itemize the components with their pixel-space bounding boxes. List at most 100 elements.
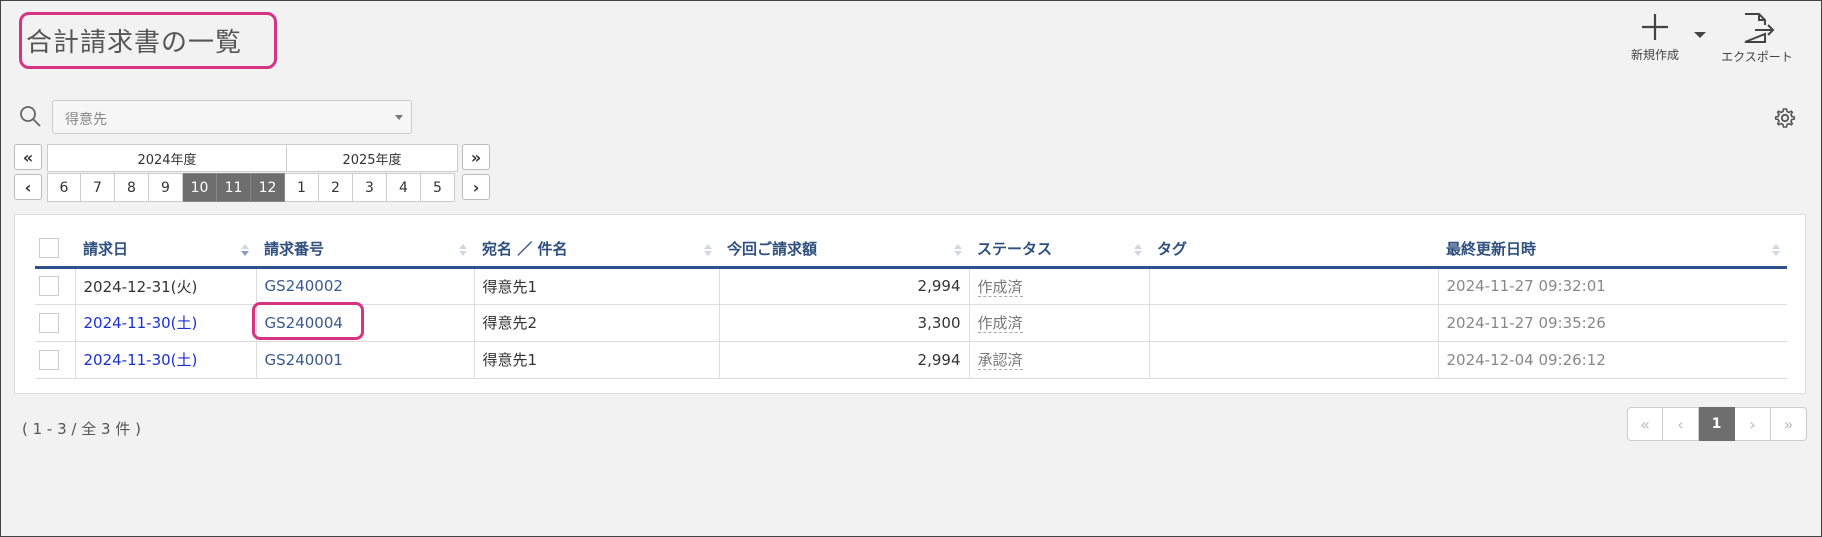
customer-select[interactable]: 得意先 <box>52 100 412 134</box>
status-cell: 作成済 <box>969 304 1150 342</box>
sort-icon <box>459 244 467 256</box>
last-updated: 2024-11-27 09:32:01 <box>1438 267 1787 305</box>
prev-year-button[interactable]: « <box>14 144 42 170</box>
year-label-2025: 2025年度 <box>286 144 458 172</box>
month-5[interactable]: 5 <box>421 173 455 202</box>
column-label: ステータス <box>977 239 1053 258</box>
column-label: 請求番号 <box>264 239 325 258</box>
export-button[interactable]: エクスポート <box>1712 12 1802 65</box>
recipient-name: 得意先2 <box>474 304 720 342</box>
new-button[interactable]: 新規作成 <box>1620 12 1690 63</box>
invoice-amount: 2,994 <box>719 267 970 305</box>
invoice-number-link[interactable]: GS240002 <box>256 267 475 305</box>
column-label: 請求日 <box>83 239 129 258</box>
customer-select-placeholder: 得意先 <box>65 112 107 128</box>
next-month-button[interactable]: › <box>462 174 490 200</box>
chevron-left-icon: ‹ <box>24 177 32 197</box>
recipient-name: 得意先1 <box>474 341 720 379</box>
column-invoice-number[interactable]: 請求番号 <box>256 231 474 269</box>
prev-month-button[interactable]: ‹ <box>14 174 42 200</box>
row-checkbox[interactable] <box>39 349 59 370</box>
column-status[interactable]: ステータス <box>969 231 1149 269</box>
invoice-date-link[interactable]: 2024-11-30(土) <box>75 304 257 342</box>
export-button-label: エクスポート <box>1721 50 1793 64</box>
gear-icon[interactable] <box>1773 106 1797 130</box>
row-checkbox[interactable] <box>39 276 59 296</box>
table-row[interactable]: 2024-11-30(土) GS240001 得意先1 2,994 承認済 20… <box>35 341 1787 379</box>
result-count: ( 1 - 3 / 全 3 件 ) <box>22 420 141 438</box>
tag-cell <box>1149 304 1439 342</box>
page-title: 合計請求書の一覧 <box>26 28 243 58</box>
sort-desc-icon <box>241 244 249 256</box>
chevron-down-icon <box>395 115 403 120</box>
year-label-2024: 2024年度 <box>47 144 287 172</box>
month-1[interactable]: 1 <box>285 173 319 202</box>
column-recipient-subject[interactable]: 宛名 ／ 件名 <box>474 231 719 269</box>
status-cell: 承認済 <box>969 341 1150 379</box>
invoice-date-link[interactable]: 2024-11-30(土) <box>75 341 257 379</box>
new-dropdown-caret-icon[interactable] <box>1692 28 1708 42</box>
last-updated: 2024-11-27 09:35:26 <box>1438 304 1787 342</box>
recipient-name: 得意先1 <box>474 267 720 305</box>
status-badge[interactable]: 作成済 <box>977 314 1023 333</box>
last-updated: 2024-12-04 09:26:12 <box>1438 341 1787 379</box>
sort-icon <box>1134 244 1142 256</box>
month-11[interactable]: 11 <box>217 173 251 202</box>
page-1-button[interactable]: 1 <box>1699 407 1735 441</box>
column-label: 宛名 ／ 件名 <box>482 239 568 258</box>
month-9[interactable]: 9 <box>149 173 183 202</box>
month-3[interactable]: 3 <box>353 173 387 202</box>
next-year-button[interactable]: » <box>462 144 490 170</box>
invoice-number-link[interactable]: GS240001 <box>256 341 475 379</box>
table-row[interactable]: 2024-12-31(火) GS240002 得意先1 2,994 作成済 20… <box>35 267 1787 305</box>
status-badge[interactable]: 作成済 <box>977 277 1023 297</box>
first-page-button[interactable]: « <box>1627 407 1663 441</box>
last-page-button[interactable]: » <box>1771 407 1807 441</box>
chevron-right-icon: › <box>472 177 480 197</box>
month-6[interactable]: 6 <box>47 173 81 202</box>
sort-icon <box>704 244 712 256</box>
column-last-updated[interactable]: 最終更新日時 <box>1438 231 1787 269</box>
new-button-label: 新規作成 <box>1630 48 1679 62</box>
invoice-amount: 3,300 <box>719 304 970 342</box>
column-label: 今回ご請求額 <box>727 239 818 258</box>
month-7[interactable]: 7 <box>81 173 115 202</box>
invoice-amount: 2,994 <box>719 341 970 379</box>
pagination: « ‹ 1 › » <box>1627 407 1807 441</box>
row-select-cell <box>35 267 76 305</box>
chevron-left-icon: ‹ <box>1677 414 1684 434</box>
row-checkbox[interactable] <box>39 312 59 333</box>
invoice-date: 2024-12-31(火) <box>75 267 257 305</box>
month-2[interactable]: 2 <box>319 173 353 202</box>
column-label: 最終更新日時 <box>1446 239 1537 258</box>
double-chevron-left-icon: « <box>22 147 34 167</box>
next-page-button[interactable]: › <box>1735 407 1771 441</box>
column-invoice-date[interactable]: 請求日 <box>75 231 256 269</box>
prev-page-button[interactable]: ‹ <box>1663 407 1699 441</box>
select-all-checkbox[interactable] <box>39 238 59 259</box>
page-number: 1 <box>1711 416 1722 432</box>
month-4[interactable]: 4 <box>387 173 421 202</box>
export-icon <box>1744 13 1775 43</box>
double-chevron-right-icon: » <box>1783 414 1794 434</box>
tag-cell <box>1149 341 1439 379</box>
month-8[interactable]: 8 <box>115 173 149 202</box>
chevron-right-icon: › <box>1749 414 1756 434</box>
month-10[interactable]: 10 <box>183 173 217 202</box>
double-chevron-left-icon: « <box>1640 414 1650 434</box>
table-header-row: 請求日 請求番号 宛名 ／ 件名 今回ご請求額 ステータス タグ 最終更新日時 <box>35 231 1787 269</box>
row-select-cell <box>35 341 76 379</box>
plus-icon <box>1642 14 1668 40</box>
sort-icon <box>954 244 962 256</box>
column-tag: タグ <box>1149 231 1438 269</box>
row-select-cell <box>35 304 76 342</box>
sort-icon <box>1772 244 1780 256</box>
status-cell: 作成済 <box>969 267 1150 305</box>
column-label: タグ <box>1157 239 1188 258</box>
month-12[interactable]: 12 <box>251 173 285 202</box>
column-amount[interactable]: 今回ご請求額 <box>719 231 969 269</box>
tag-cell <box>1149 267 1439 305</box>
status-badge[interactable]: 承認済 <box>977 351 1023 370</box>
search-icon <box>20 106 41 127</box>
select-all-cell <box>35 231 75 269</box>
